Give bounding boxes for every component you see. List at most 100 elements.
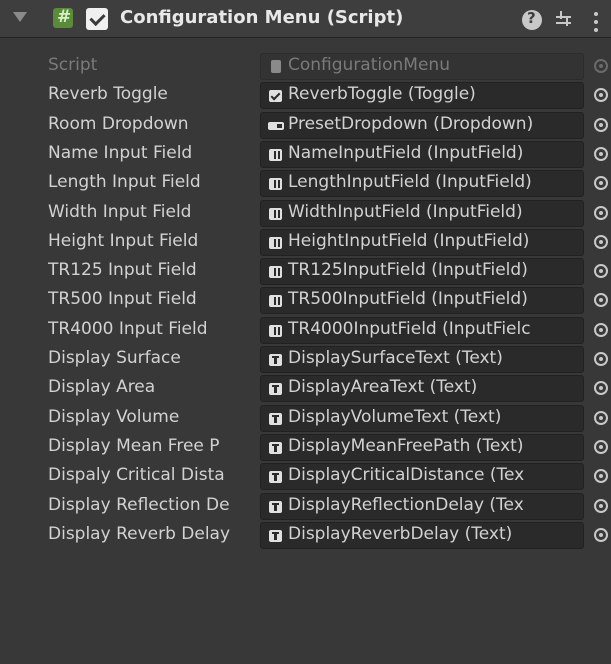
object-picker-icon[interactable] (594, 176, 608, 190)
field-value: HeightInputField (InputField) (288, 231, 530, 251)
field-label: TR500 Input Field (48, 289, 197, 309)
field-value: PresetDropdown (Dropdown) (288, 114, 534, 134)
foldout-triangle-icon[interactable] (13, 12, 27, 22)
field-value: DisplayReverbDelay (Text) (288, 524, 513, 544)
text-icon (269, 383, 282, 395)
field-label: Reverb Toggle (48, 84, 168, 104)
object-reference-field[interactable]: PresetDropdown (Dropdown) (260, 112, 584, 139)
field-value: DisplayCriticalDistance (Tex (288, 465, 525, 485)
object-picker-icon[interactable] (594, 381, 608, 395)
object-picker-icon[interactable] (594, 235, 608, 249)
field-row: Display Volume DisplayVolumeText (Text) (0, 405, 611, 432)
field-row: TR500 Input Field TR500InputField (InputF… (0, 287, 611, 314)
object-picker-icon[interactable] (594, 264, 608, 278)
object-picker-icon[interactable] (594, 206, 608, 220)
field-label: Display Area (48, 377, 156, 397)
field-label: Dispaly Critical Dista (48, 465, 225, 485)
component-title: Configuration Menu (Script) (120, 7, 404, 28)
field-label: Name Input Field (48, 143, 193, 163)
field-row: Display Surface DisplaySurfaceText (Text) (0, 346, 611, 373)
help-icon[interactable] (522, 9, 542, 30)
kebab-menu-icon[interactable] (594, 12, 598, 36)
field-row: Script ConfigurationMenu (0, 53, 611, 80)
object-reference-field[interactable]: TR4000InputField (InputFielc (260, 317, 584, 344)
object-reference-field[interactable]: DisplayAreaText (Text) (260, 375, 584, 402)
object-picker-icon[interactable] (594, 118, 608, 132)
inputfield-icon (269, 325, 282, 337)
field-row: Dispaly Critical Dista DisplayCriticalDis… (0, 463, 611, 490)
object-reference-field[interactable]: LengthInputField (InputField) (260, 170, 584, 197)
field-row: Display Reverb Delay DisplayReverbDelay (… (0, 522, 611, 549)
toggle-icon (269, 90, 282, 102)
field-row: Room Dropdown PresetDropdown (Dropdown) (0, 112, 611, 139)
object-picker-icon[interactable] (594, 499, 608, 513)
text-icon (269, 442, 282, 454)
field-value: DisplaySurfaceText (Text) (288, 348, 503, 368)
object-picker-icon[interactable] (594, 352, 608, 366)
object-reference-field[interactable]: DisplayVolumeText (Text) (260, 405, 584, 432)
object-picker-icon[interactable] (594, 528, 608, 542)
object-reference-field[interactable]: TR125InputField (InputField) (260, 258, 584, 285)
field-value: NameInputField (InputField) (288, 143, 524, 163)
object-reference-field[interactable]: DisplayMeanFreePath (Text) (260, 434, 584, 461)
inputfield-icon (269, 208, 282, 220)
object-picker-icon[interactable] (594, 293, 608, 307)
script-icon (271, 60, 281, 73)
field-label: Script (48, 55, 98, 75)
field-row: Length Input Field LengthInputField (Inpu… (0, 170, 611, 197)
object-picker-icon (594, 59, 608, 73)
field-value: ConfigurationMenu (288, 55, 450, 75)
field-label: Display Surface (48, 348, 181, 368)
text-icon (269, 530, 282, 542)
field-value: TR4000InputField (InputFielc (288, 319, 531, 339)
object-reference-field[interactable]: HeightInputField (InputField) (260, 229, 584, 256)
field-label: Display Reflection De (48, 495, 230, 515)
dropdown-icon (268, 122, 284, 130)
text-icon (269, 501, 282, 513)
object-picker-icon[interactable] (594, 411, 608, 425)
field-row: Display Area DisplayAreaText (Text) (0, 375, 611, 402)
field-label: Display Volume (48, 407, 180, 427)
object-reference-field[interactable]: NameInputField (InputField) (260, 141, 584, 168)
field-label: Room Dropdown (48, 114, 189, 134)
field-label: Length Input Field (48, 172, 201, 192)
object-picker-icon[interactable] (594, 440, 608, 454)
object-picker-icon[interactable] (594, 469, 608, 483)
text-icon (269, 471, 282, 483)
field-label: TR125 Input Field (48, 260, 197, 280)
field-row: Height Input Field HeightInputField (Inpu… (0, 229, 611, 256)
field-value: ReverbToggle (Toggle) (288, 84, 476, 104)
component-enabled-checkbox[interactable] (86, 8, 108, 30)
field-row: Display Mean Free P DisplayMeanFreePath (… (0, 434, 611, 461)
field-value: LengthInputField (InputField) (288, 172, 532, 192)
field-value: TR500InputField (InputField) (288, 289, 528, 309)
object-reference-field[interactable]: TR500InputField (InputField) (260, 287, 584, 314)
field-row: TR4000 Input Field TR4000InputField (Inpu… (0, 317, 611, 344)
field-row: TR125 Input Field TR125InputField (InputF… (0, 258, 611, 285)
inputfield-icon (269, 237, 282, 249)
object-reference-field: ConfigurationMenu (260, 53, 584, 80)
object-reference-field[interactable]: DisplayReflectionDelay (Tex (260, 493, 584, 520)
field-row: Name Input Field NameInputField (InputFie… (0, 141, 611, 168)
field-value: DisplayVolumeText (Text) (288, 407, 502, 427)
object-reference-field[interactable]: WidthInputField (InputField) (260, 200, 584, 227)
field-label: Width Input Field (48, 202, 192, 222)
field-row: Width Input Field WidthInputField (InputF… (0, 200, 611, 227)
inputfield-icon (269, 149, 282, 161)
field-value: DisplayReflectionDelay (Tex (288, 495, 524, 515)
inputfield-icon (269, 178, 282, 190)
inputfield-icon (269, 295, 282, 307)
text-icon (269, 354, 282, 366)
object-reference-field[interactable]: DisplayReverbDelay (Text) (260, 522, 584, 549)
object-picker-icon[interactable] (594, 88, 608, 102)
object-reference-field[interactable]: ReverbToggle (Toggle) (260, 82, 584, 109)
field-value: WidthInputField (InputField) (288, 202, 523, 222)
field-label: Height Input Field (48, 231, 199, 251)
object-reference-field[interactable]: DisplayCriticalDistance (Tex (260, 463, 584, 490)
text-icon (269, 413, 282, 425)
field-label: Display Reverb Delay (48, 524, 231, 544)
object-picker-icon[interactable] (594, 323, 608, 337)
object-reference-field[interactable]: DisplaySurfaceText (Text) (260, 346, 584, 373)
object-picker-icon[interactable] (594, 147, 608, 161)
inputfield-icon (269, 266, 282, 278)
